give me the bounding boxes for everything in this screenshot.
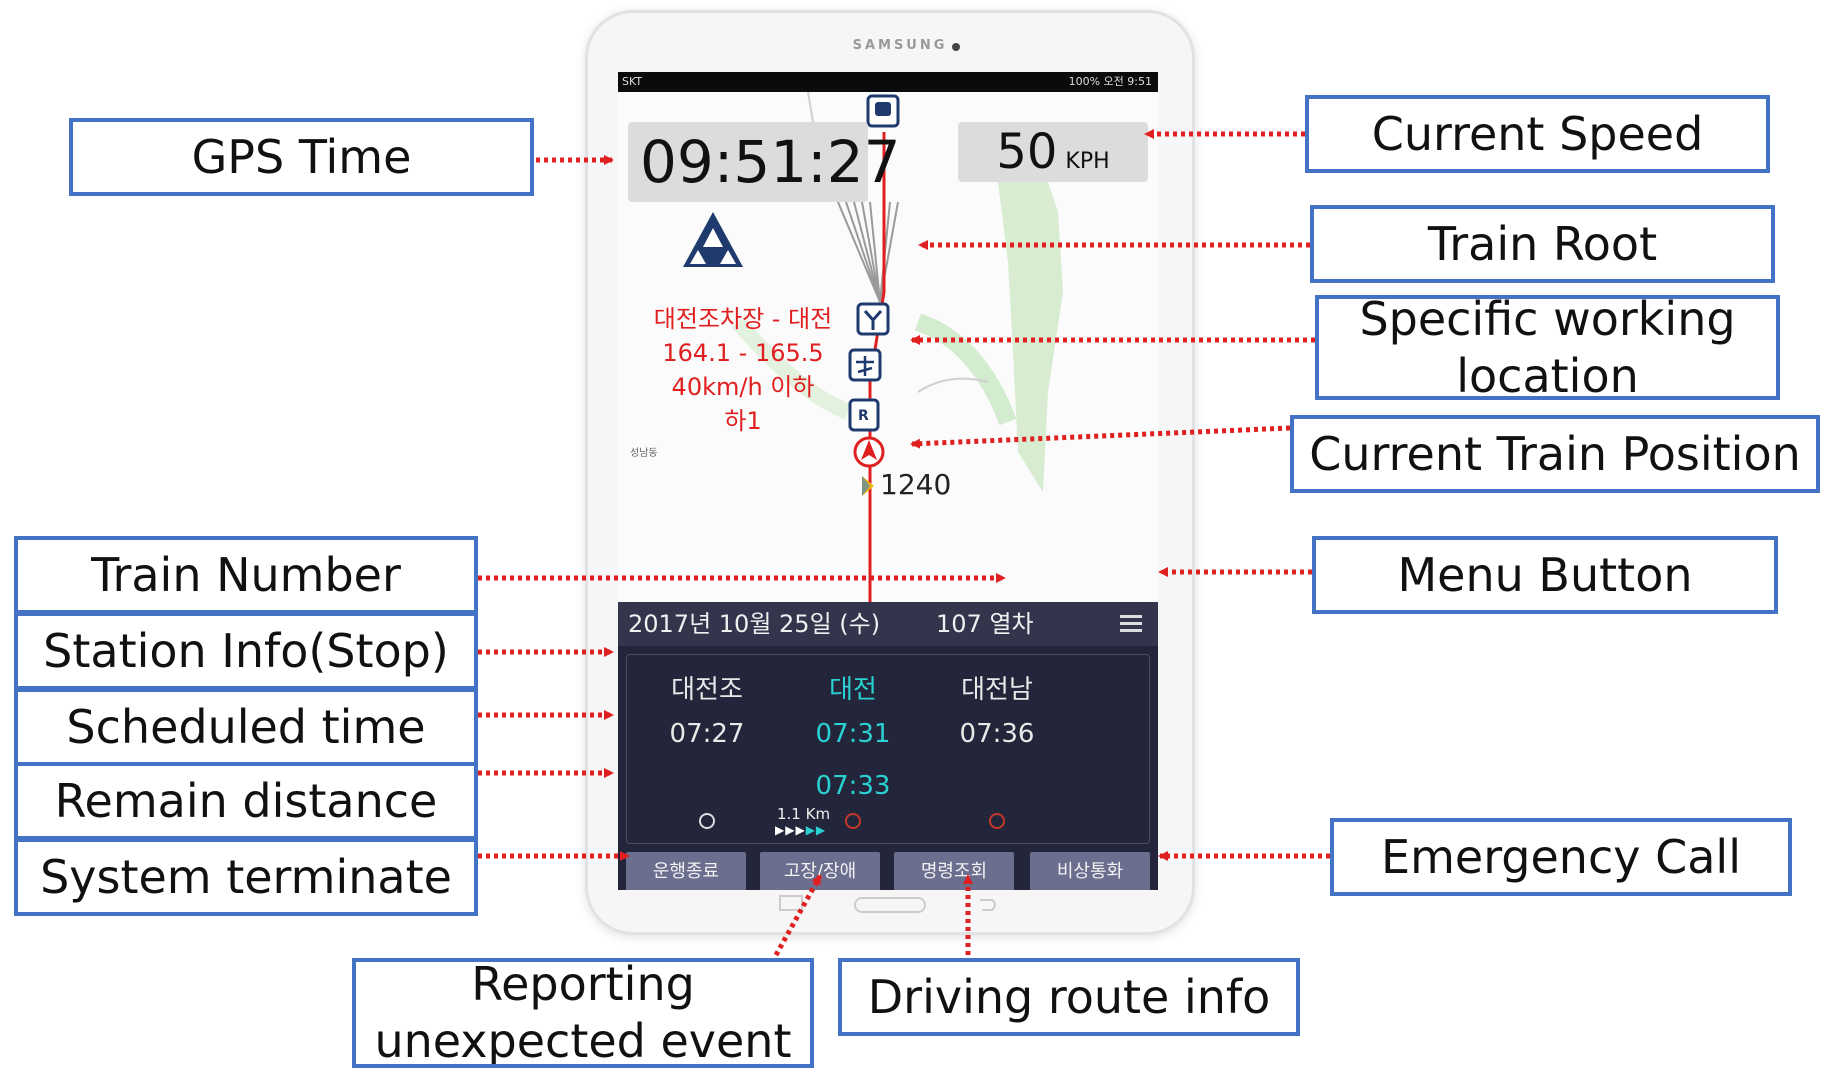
label-train-root: Train Root — [1310, 205, 1775, 283]
label-specific-working-line1: Specific working — [1359, 295, 1736, 346]
label-specific-working-location: Specific working location — [1315, 295, 1780, 400]
label-reporting-line2: unexpected event — [374, 1014, 792, 1068]
label-remain-distance: Remain distance — [14, 762, 478, 840]
label-driving-route-info: Driving route info — [838, 958, 1300, 1036]
label-scheduled-time: Scheduled time — [14, 688, 478, 766]
label-system-terminate: System terminate — [14, 838, 478, 916]
label-station-info: Station Info(Stop) — [14, 612, 478, 690]
label-train-number: Train Number — [14, 536, 478, 614]
label-emergency-call: Emergency Call — [1330, 818, 1792, 896]
label-gps-time: GPS Time — [69, 118, 534, 196]
label-current-train-position: Current Train Position — [1290, 415, 1820, 493]
label-specific-working-line2: location — [1456, 348, 1639, 400]
label-reporting-line1: Reporting — [471, 958, 695, 1011]
label-reporting-unexpected-event: Reporting unexpected event — [352, 958, 814, 1068]
label-current-speed: Current Speed — [1305, 95, 1770, 173]
label-menu-button: Menu Button — [1312, 536, 1778, 614]
